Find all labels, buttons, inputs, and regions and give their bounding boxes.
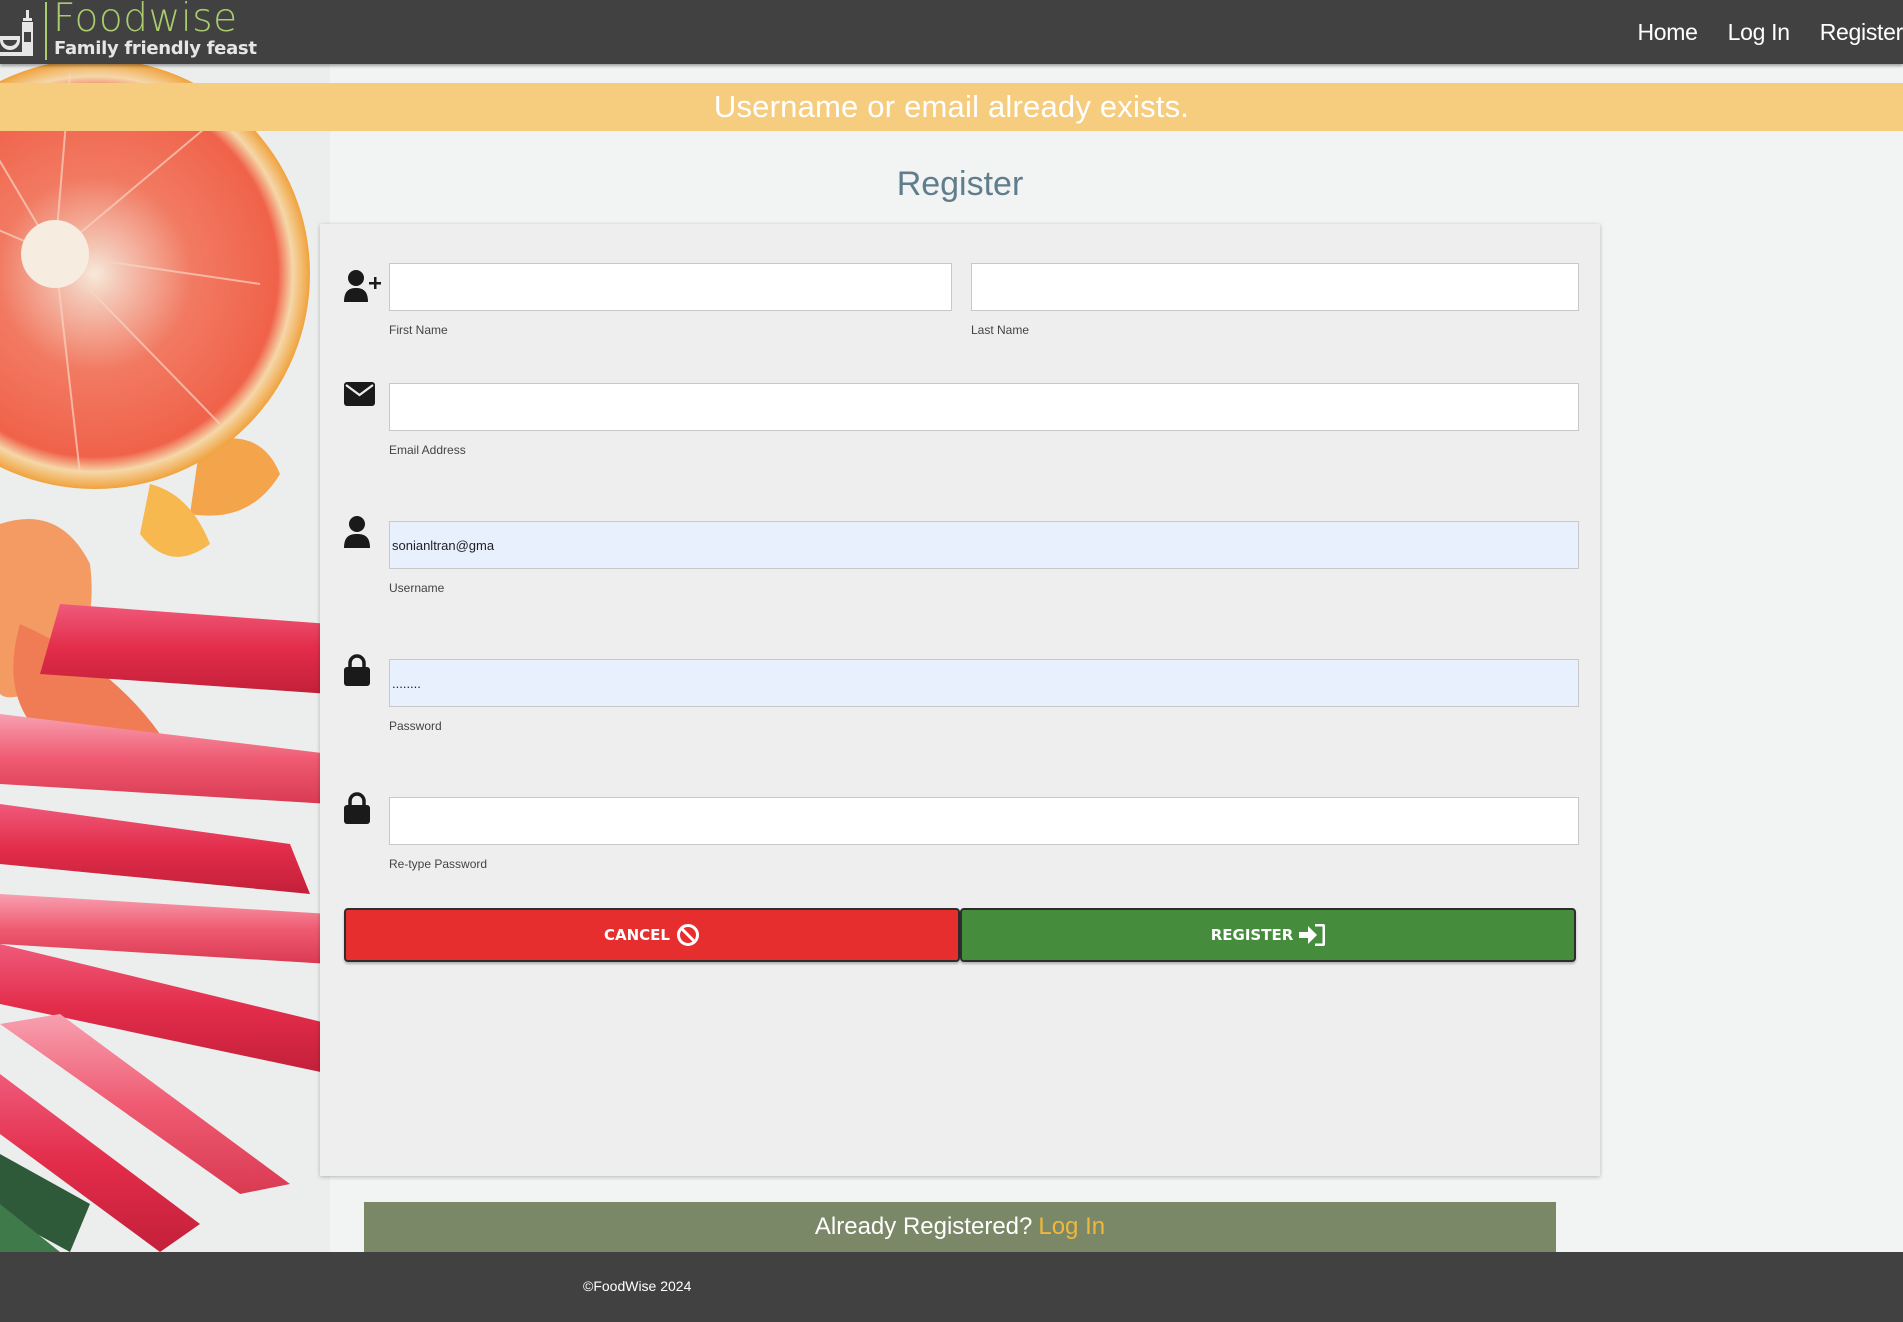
retype-password-input[interactable] [389,797,1579,845]
user-icon [344,516,370,548]
kitchen-utensils-icon [0,10,33,56]
already-registered-bar: Already Registered? Log In [364,1202,1556,1252]
sign-in-icon [1299,924,1326,946]
user-plus-icon [344,270,381,302]
username-input[interactable] [389,521,1579,569]
brand-name: Foodwise [53,0,238,41]
email-input[interactable] [389,383,1579,431]
logo-divider [45,2,47,60]
username-label: Username [389,581,445,595]
login-link[interactable]: Log In [1038,1213,1105,1241]
error-alert-banner: Username or email already exists. [0,83,1903,131]
nav-link-login[interactable]: Log In [1728,19,1790,46]
food-background-image [0,64,330,1252]
last-name-input[interactable] [971,263,1579,311]
nav-link-register[interactable]: Register [1820,19,1903,46]
cancel-button-label: CANCEL [604,926,670,944]
page-title: Register [896,165,1024,203]
envelope-icon [344,382,375,406]
last-name-label: Last Name [971,323,1030,337]
password-input[interactable] [389,659,1579,707]
already-registered-text: Already Registered? [814,1213,1033,1240]
register-button-label: REGISTER [1210,926,1294,944]
brand-logo[interactable]: Foodwise Family friendly feast [0,0,257,64]
lock-icon [344,792,370,824]
cancel-button[interactable]: CANCEL [344,908,960,962]
registration-form: First Name Last Name Email Address Usern… [320,224,1600,1176]
footer: ©FoodWise 2024 [0,1252,1903,1322]
error-alert-message: Username or email already exists. [713,89,1190,124]
ban-icon [676,924,699,946]
register-button[interactable]: REGISTER [960,908,1576,962]
retype-password-label: Re-type Password [389,857,488,871]
footer-copyright: ©FoodWise 2024 [583,1278,692,1294]
first-name-input[interactable] [389,263,952,311]
lock-icon [344,654,370,686]
brand-tagline: Family friendly feast [54,38,257,59]
password-label: Password [389,719,442,733]
nav-links: Home Log In Register [1607,0,1903,64]
first-name-label: First Name [389,323,448,337]
top-navigation: Foodwise Family friendly feast Home Log … [0,0,1903,64]
nav-link-home[interactable]: Home [1637,19,1697,46]
email-label: Email Address [389,443,466,457]
